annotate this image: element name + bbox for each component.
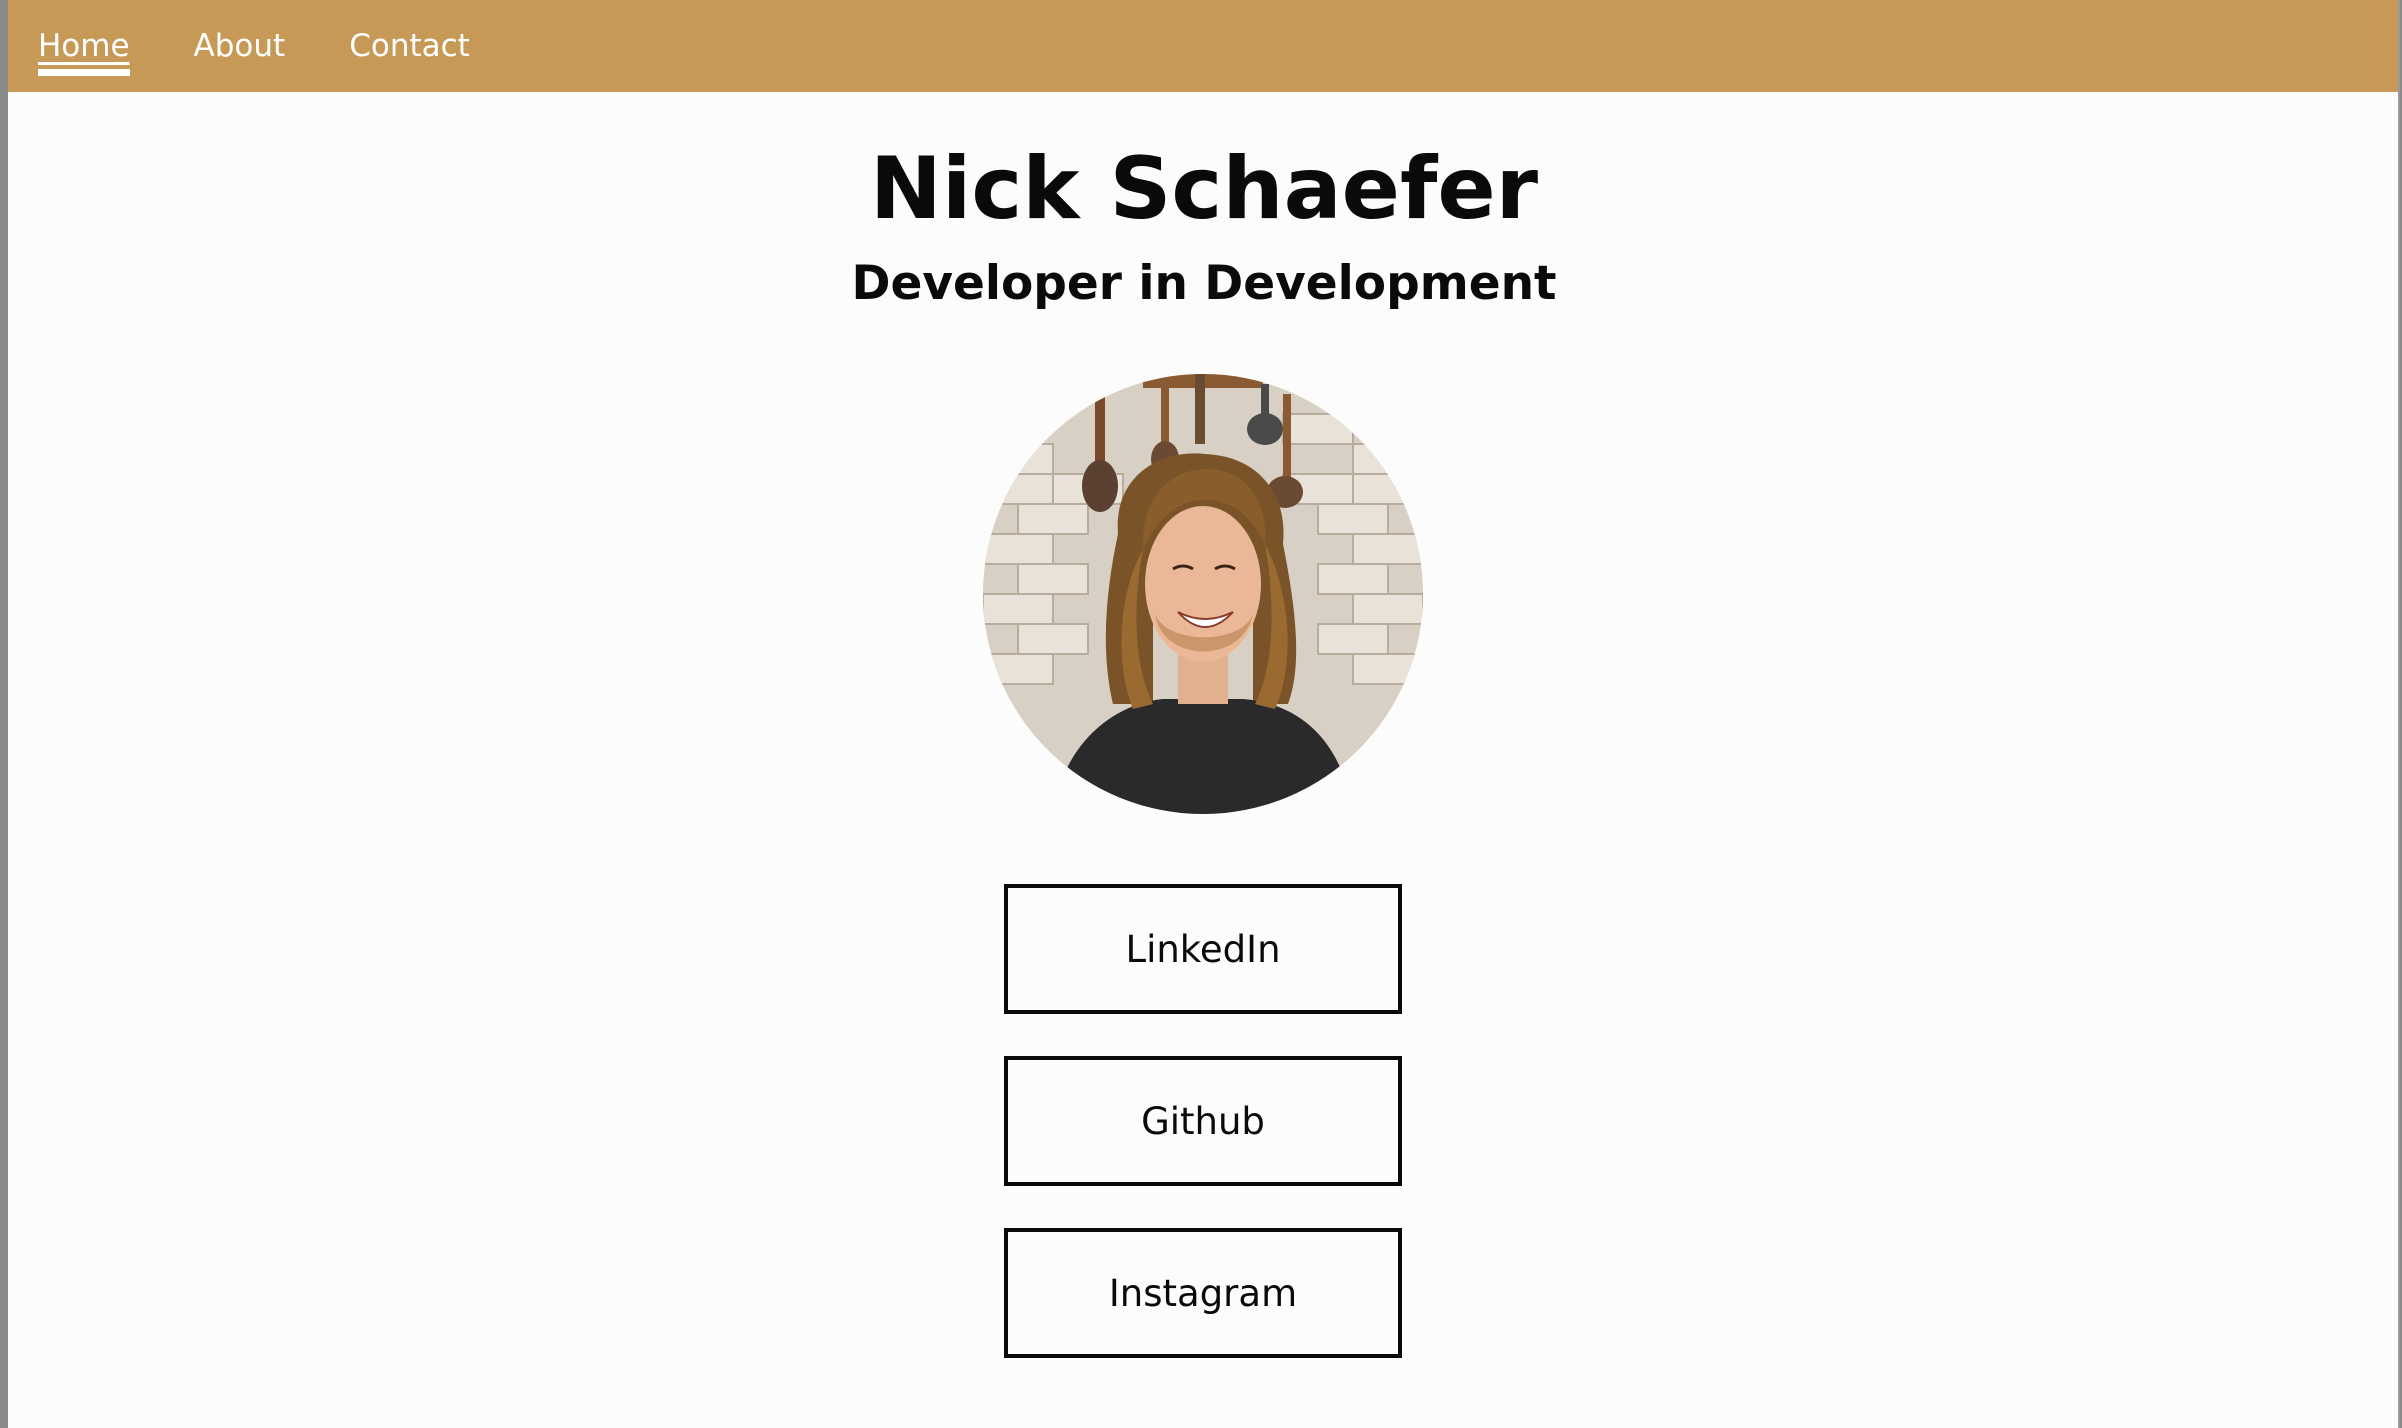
nav-link-home[interactable]: Home bbox=[38, 30, 130, 76]
top-navbar: Home About Contact bbox=[8, 0, 2400, 92]
profile-photo bbox=[983, 374, 1423, 814]
linkedin-button[interactable]: LinkedIn bbox=[1004, 884, 1402, 1014]
nav-link-about[interactable]: About bbox=[194, 30, 286, 62]
page-title: Nick Schaefer bbox=[869, 139, 1539, 239]
instagram-button[interactable]: Instagram bbox=[1004, 1228, 1402, 1358]
github-button[interactable]: Github bbox=[1004, 1056, 1402, 1186]
browser-viewport: Home About Contact Nick Schaefer Develop… bbox=[8, 0, 2400, 1428]
window-edge bbox=[2398, 0, 2400, 1428]
page-subtitle: Developer in Development bbox=[851, 256, 1557, 311]
nav-link-contact[interactable]: Contact bbox=[349, 30, 470, 62]
profile-photo-illustration bbox=[983, 374, 1423, 814]
